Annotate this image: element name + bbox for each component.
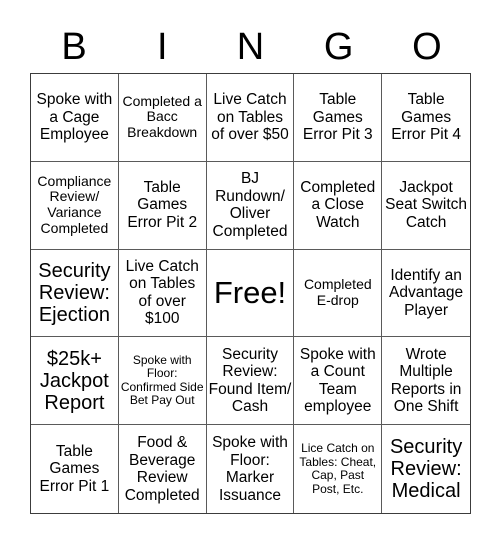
cell-label: Completed a Bacc Breakdown	[122, 92, 202, 141]
bingo-cell[interactable]: Security Review: Found Item/ Cash	[206, 337, 295, 426]
header-letter-b: B	[61, 26, 87, 68]
cell-label: Table Games Error Pit 3	[302, 91, 373, 144]
bingo-cell[interactable]: Security Review: Medical	[382, 425, 470, 513]
bingo-cell[interactable]: Jackpot Seat Switch Catch	[382, 162, 470, 250]
cell-label: Identify an Advantage Player	[389, 266, 464, 319]
cell-label: Table Games Error Pit 4	[391, 91, 461, 144]
header-letter-i: I	[157, 26, 168, 68]
header-letter-g: G	[323, 26, 354, 68]
cell-label: $25k+ Jackpot Report	[39, 347, 109, 414]
bingo-cell[interactable]: Live Catch on Tables of over $100	[118, 249, 207, 338]
cell-label: Jackpot Seat Switch Catch	[385, 178, 468, 231]
bingo-cell[interactable]: Completed a Close Watch	[294, 161, 383, 250]
bingo-cell[interactable]: Table Games Error Pit 3	[294, 74, 383, 162]
cell-label: Table Games Error Pit 2	[127, 178, 198, 231]
bingo-cell[interactable]: Food & Beverage Review Completed	[119, 425, 207, 513]
free-space-cell[interactable]: Free!	[206, 249, 295, 338]
cell-label: Completed a Close Watch	[300, 178, 376, 231]
bingo-card-grid: Spoke with a Cage Employee Completed a B…	[30, 73, 471, 514]
cell-label: Security Review: Ejection	[38, 259, 111, 326]
bingo-cell[interactable]: Completed E-drop	[294, 249, 383, 338]
cell-label: Spoke with Floor: Marker Issuance	[212, 434, 288, 504]
free-space-label: Free!	[213, 275, 287, 311]
bingo-cell[interactable]: Wrote Multiple Reports in One Shift	[382, 337, 470, 426]
bingo-cell[interactable]: Spoke with a Count Team employee	[294, 337, 383, 426]
cell-label: Live Catch on Tables of over $100	[125, 257, 199, 328]
bingo-cell[interactable]: Table Games Error Pit 1	[31, 425, 119, 513]
bingo-cell[interactable]: BJ Rundown/ Oliver Completed	[206, 161, 295, 250]
bingo-cell[interactable]: Table Games Error Pit 4	[382, 74, 470, 162]
header-letter-n: N	[236, 26, 265, 68]
cell-label: BJ Rundown/ Oliver Completed	[212, 170, 288, 240]
bingo-cell[interactable]: Identify an Advantage Player	[382, 250, 470, 338]
header-letter-o: O	[412, 26, 442, 68]
cell-label: Spoke with Floor: Confirmed Side Bet Pay…	[120, 352, 204, 408]
cell-label: Wrote Multiple Reports in One Shift	[390, 345, 462, 416]
bingo-cell[interactable]: Completed a Bacc Breakdown	[118, 74, 207, 162]
cell-label: Live Catch on Tables of over $50	[211, 91, 289, 144]
bingo-cell[interactable]: Spoke with Floor: Confirmed Side Bet Pay…	[118, 337, 207, 426]
cell-label: Spoke with a Cage Employee	[36, 91, 113, 144]
cell-label: Lice Catch on Tables: Cheat, Cap, Past P…	[299, 441, 377, 496]
cell-label: Compliance Review/ Variance Completed	[37, 172, 112, 236]
cell-label: Security Review: Found Item/ Cash	[208, 345, 292, 416]
cell-label: Spoke with a Count Team employee	[299, 345, 376, 416]
bingo-cell[interactable]: Live Catch on Tables of over $50	[206, 74, 295, 162]
cell-label: Completed E-drop	[303, 276, 372, 308]
cell-label: Security Review: Medical	[389, 436, 463, 503]
cell-label: Table Games Error Pit 1	[39, 442, 110, 495]
bingo-cell[interactable]: $25k+ Jackpot Report	[31, 337, 119, 426]
cell-label: Food & Beverage Review Completed	[124, 434, 200, 504]
bingo-cell[interactable]: Table Games Error Pit 2	[118, 161, 207, 250]
bingo-cell[interactable]: Spoke with Floor: Marker Issuance	[207, 425, 295, 513]
bingo-cell[interactable]: Lice Catch on Tables: Cheat, Cap, Past P…	[294, 425, 383, 513]
bingo-cell[interactable]: Spoke with a Cage Employee	[31, 74, 119, 162]
bingo-header: B I N G O	[30, 22, 471, 72]
bingo-cell[interactable]: Compliance Review/ Variance Completed	[31, 161, 119, 250]
bingo-cell[interactable]: Security Review: Ejection	[31, 249, 119, 338]
